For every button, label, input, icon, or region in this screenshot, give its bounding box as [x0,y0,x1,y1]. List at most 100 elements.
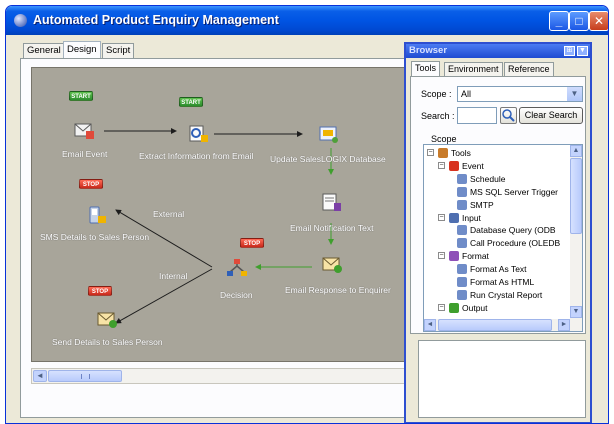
event-icon [449,160,459,171]
tree-hscroll-thumb[interactable] [438,319,552,331]
tree-item[interactable]: − Tools [424,147,570,159]
edge-label-internal: Internal [159,271,188,281]
stop-badge: STOP [240,238,264,248]
tab-script[interactable]: Script [102,43,135,58]
tree-horizontal-scrollbar[interactable]: ◄ ► [424,319,582,331]
tree-item-label: Run Crystal Report [470,289,543,300]
update-database-icon[interactable] [318,124,340,144]
browser-panel: Browser ⊞ ▼ Tools Environment Reference … [404,42,592,423]
tree-item[interactable]: − Format [424,250,570,262]
email-response-icon[interactable] [321,254,343,274]
format-icon [449,251,459,262]
collapse-icon[interactable]: − [438,252,445,260]
tree-item[interactable]: Schedule [424,173,570,185]
tree-item[interactable]: Format As HTML [424,276,570,288]
close-button[interactable]: ✕ [589,11,608,31]
scroll-left-arrow-icon[interactable]: ◄ [424,319,436,331]
collapse-icon[interactable]: − [438,161,445,169]
tree-item[interactable]: Format As Text [424,263,570,275]
start-badge: START [69,91,93,101]
collapse-icon[interactable]: − [438,303,445,311]
search-label: Search : [421,111,455,121]
search-button[interactable] [500,107,517,124]
tab-environment[interactable]: Environment [444,62,503,76]
scroll-right-arrow-icon[interactable]: ► [558,319,570,331]
scope-select[interactable]: All ▼ [457,86,583,102]
tab-tools[interactable]: Tools [411,61,441,77]
tree-item-label: Output [462,302,488,313]
design-panel: START Email Event START Extract Informat… [20,58,416,418]
tab-general[interactable]: General [23,43,65,58]
tree-vertical-scrollbar[interactable]: ▲ ▼ [570,145,582,319]
sql-trigger-icon [457,186,467,197]
send-details-icon[interactable] [96,309,118,329]
edge-label-external: External [153,209,185,219]
email-event-icon[interactable] [73,120,95,140]
maximize-button[interactable]: □ [569,11,589,31]
output-icon [449,302,459,313]
format-text-icon [457,264,467,275]
workflow-canvas[interactable]: START Email Event START Extract Informat… [31,67,407,362]
window-title: Automated Product Enquiry Management [33,13,279,27]
tree-item[interactable]: Run Crystal Report [424,289,570,301]
node-label-email-notification: Email Notification Text [290,223,374,233]
call-procedure-icon [457,238,467,249]
collapse-icon[interactable]: − [438,213,445,221]
decision-icon[interactable] [226,258,248,278]
scope-value: All [461,89,472,99]
node-label-extract: Extract Information from Email [139,151,254,161]
tree-item-label: Schedule [470,173,506,184]
email-notification-icon[interactable] [320,192,342,212]
app-icon [14,14,27,27]
tree-item[interactable]: − Input [424,212,570,224]
scroll-left-arrow-icon[interactable]: ◄ [33,370,47,382]
tab-reference[interactable]: Reference [504,62,554,76]
node-label-sms: SMS Details to Sales Person [40,232,150,242]
tools-icon [438,148,448,158]
extract-icon[interactable] [187,123,209,143]
tree-item[interactable]: Call Procedure (OLEDB [424,237,570,249]
tree-item[interactable]: MS SQL Server Trigger [424,186,570,198]
tree-item-label: Database Query (ODB [470,225,556,236]
tree-item[interactable]: − Event [424,160,570,172]
tree-item-label: Format As HTML [470,277,535,287]
node-label-decision: Decision [220,290,253,300]
scroll-up-arrow-icon[interactable]: ▲ [570,145,582,157]
tree-item[interactable]: SMTP [424,199,570,211]
application-window: Automated Product Enquiry Management _ □… [5,5,609,424]
schedule-icon [457,173,467,184]
format-html-icon [457,277,467,287]
search-input[interactable] [457,107,497,124]
chevron-down-icon[interactable]: ▼ [567,87,582,101]
pin-icon[interactable]: ⊞ [564,46,575,56]
start-badge: START [179,97,203,107]
clear-search-button[interactable]: Clear Search [519,107,583,124]
tree-item[interactable]: Database Query (ODB [424,224,570,236]
smtp-icon [457,199,467,210]
chevron-down-icon[interactable]: ▼ [577,46,588,56]
node-label-send-details: Send Details to Sales Person [52,337,163,347]
node-label-email-response: Email Response to Enquirer [285,285,391,295]
search-icon [502,109,515,122]
input-icon [449,212,459,223]
tree-item-label: Event [462,160,484,171]
tab-design[interactable]: Design [63,41,101,58]
tree-item-label: Format As Text [470,264,527,275]
tree-header: Scope [431,134,457,144]
tree-scroll-thumb[interactable] [570,158,582,234]
crystal-report-icon [457,289,467,300]
tree-item-label: SMTP [470,199,494,210]
tree-item-label: Format [462,251,489,262]
scope-label: Scope : [421,89,452,99]
tree-item-label: MS SQL Server Trigger [470,186,559,197]
sms-icon[interactable] [86,205,108,225]
scroll-thumb[interactable] [48,370,122,382]
tree-item[interactable]: − Output [424,302,570,314]
tools-tab-content: Scope : All ▼ Search : Clear Search Scop… [410,76,586,334]
stop-badge: STOP [79,179,103,189]
canvas-horizontal-scrollbar[interactable]: ◄ [31,368,407,384]
scroll-down-arrow-icon[interactable]: ▼ [570,306,582,318]
title-bar[interactable]: Automated Product Enquiry Management _ □… [6,6,608,35]
minimize-button[interactable]: _ [549,11,569,31]
collapse-icon[interactable]: − [427,149,434,156]
